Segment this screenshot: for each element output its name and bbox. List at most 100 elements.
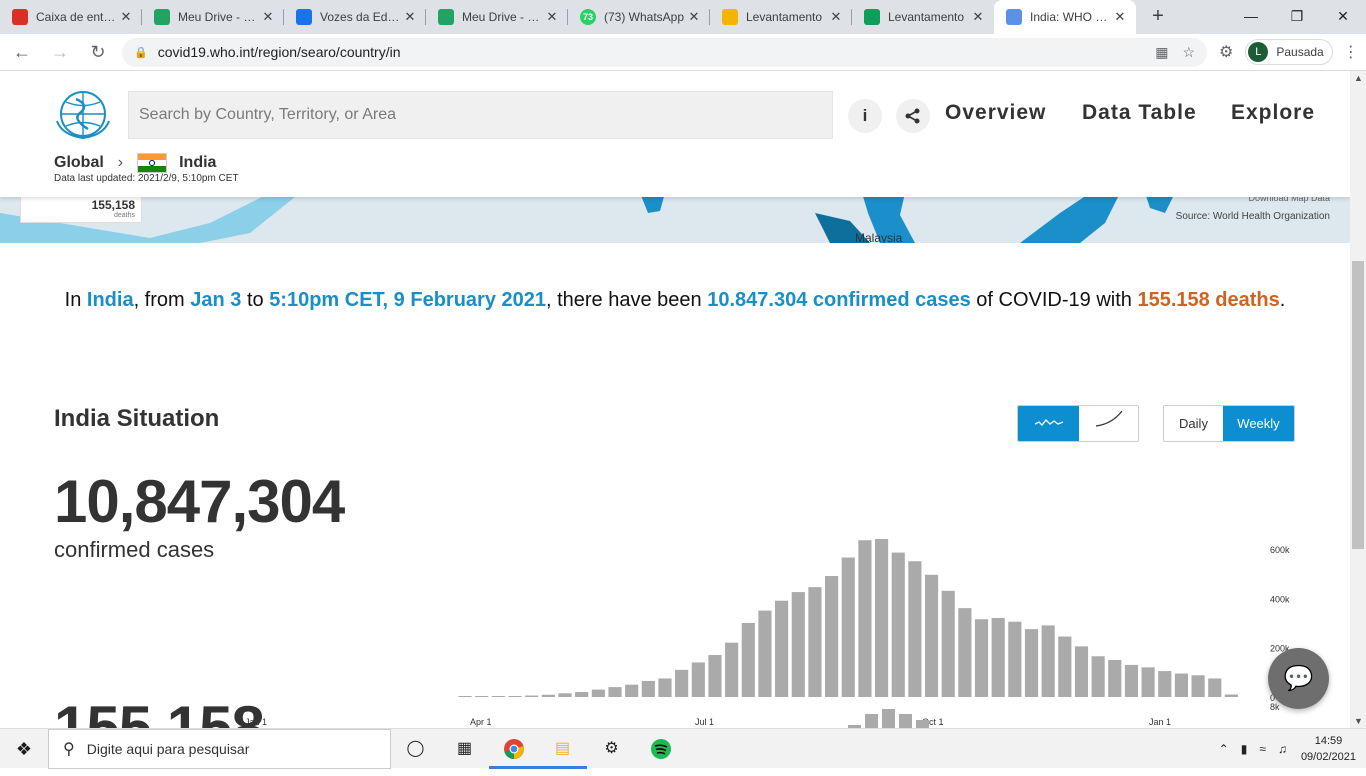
file-explorer-icon[interactable]: ▤	[538, 729, 587, 769]
chart-bar	[825, 576, 839, 697]
bar-mode-button[interactable]	[1018, 406, 1079, 441]
chrome-icon[interactable]	[489, 729, 538, 769]
cumulative-mode-button[interactable]	[1079, 406, 1138, 441]
system-tray: ⌃ ▮ ≈ ♫ 14:59 09/02/2021	[1213, 729, 1366, 769]
battery-icon[interactable]: ▮	[1241, 742, 1248, 756]
close-tab-icon[interactable]: ✕	[1112, 9, 1128, 25]
chart-mode-toggle	[1017, 405, 1139, 442]
breadcrumb: Global › India	[54, 153, 216, 173]
tab-title: Meu Drive - Google Drive	[462, 10, 544, 24]
map-place-label: Malaysia	[855, 231, 903, 243]
share-icon[interactable]	[896, 99, 930, 133]
taskbar-search-input[interactable]: ⚲ Digite aqui para pesquisar	[48, 728, 391, 769]
cortana-icon[interactable]: ◯	[391, 729, 440, 769]
chart-bar	[865, 714, 878, 728]
taskbar-search-placeholder: Digite aqui para pesquisar	[86, 740, 250, 757]
chart-bar	[924, 574, 939, 697]
close-tab-icon[interactable]: ✕	[544, 9, 560, 25]
close-tab-icon[interactable]: ✕	[402, 9, 418, 25]
minimize-button[interactable]: —	[1228, 0, 1274, 32]
map-source: Source: World Health Organization	[1175, 211, 1330, 222]
translate-icon[interactable]: ▦	[1155, 44, 1168, 61]
chevron-up-icon[interactable]: ⌃	[1219, 742, 1229, 756]
summary-part: of COVID-19 with	[970, 289, 1138, 311]
spotify-icon[interactable]	[636, 729, 685, 769]
forward-button[interactable]: →	[44, 36, 76, 68]
deaths-bar-chart[interactable]: 8k	[230, 691, 1310, 728]
chart-bar	[874, 539, 889, 697]
curve-icon	[1095, 410, 1122, 427]
window-controls: — ❐ ✕	[1228, 0, 1366, 32]
cases-bar-chart[interactable]: 0200k400k600kJan 1 Apr 1 Jul 1 Oct 1 Jan 1	[230, 461, 1310, 728]
close-tab-icon[interactable]: ✕	[970, 9, 986, 25]
y-tick-label: 400k	[1270, 594, 1290, 604]
summary-country: India	[86, 289, 134, 311]
tab-title: (73) WhatsApp	[604, 10, 685, 24]
who-logo[interactable]	[54, 87, 112, 141]
browser-tab[interactable]: Caixa de entrada✕	[0, 0, 142, 34]
daily-button[interactable]: Daily	[1164, 406, 1223, 441]
browser-menu-icon[interactable]: ⋮	[1343, 42, 1359, 62]
chart-bar	[775, 600, 789, 697]
chart-bar	[891, 552, 905, 697]
volume-icon[interactable]: ♫	[1278, 742, 1287, 756]
browser-tab[interactable]: Vozes da Educação✕	[284, 0, 426, 34]
browser-tab[interactable]: Levantamento ✕	[710, 0, 852, 34]
page-scrollbar[interactable]: ▲ ▼	[1350, 71, 1366, 728]
url-text: covid19.who.int/region/searo/country/in	[157, 44, 401, 60]
address-bar[interactable]: 🔒 covid19.who.int/region/searo/country/i…	[122, 37, 1207, 67]
back-button[interactable]: ←	[6, 36, 38, 68]
close-tab-icon[interactable]: ✕	[260, 9, 276, 25]
clock-date: 09/02/2021	[1300, 751, 1356, 763]
weekly-button[interactable]: Weekly	[1223, 406, 1294, 441]
chart-bar	[725, 642, 739, 697]
chart-bar	[916, 720, 929, 728]
browser-tab[interactable]: Meu Drive - Google Drive✕	[426, 0, 568, 34]
info-icon[interactable]: i	[848, 99, 882, 133]
map-strip[interactable]: 155,158 deaths Download Map Data Source:…	[0, 193, 1350, 243]
task-view-icon[interactable]: ▦	[440, 729, 489, 769]
nav-data-table[interactable]: Data Table	[1082, 101, 1197, 125]
browser-tab[interactable]: India: WHO Coronavirus Disease (COVID-19…	[994, 0, 1136, 34]
situation-title: India Situation	[54, 405, 220, 432]
bookmark-star-icon[interactable]: ☆	[1182, 44, 1195, 61]
profile-button[interactable]: L Pausada	[1245, 39, 1333, 65]
new-tab-button[interactable]: +	[1144, 3, 1172, 31]
nav-explore[interactable]: Explore	[1231, 101, 1315, 125]
tab-title: Levantamento	[746, 10, 823, 24]
summary-sentence: In India, from Jan 3 to 5:10pm CET, 9 Fe…	[60, 287, 1290, 314]
country-search-input[interactable]: Search by Country, Territory, or Area	[128, 91, 833, 139]
browser-tab[interactable]: 73 (73) WhatsApp ✕	[568, 0, 710, 34]
extensions-icon[interactable]: ⚙	[1219, 42, 1233, 62]
classroom-icon	[296, 9, 312, 25]
whatsapp-icon: 73	[580, 9, 596, 25]
y-tick-label: 8k	[1270, 702, 1280, 712]
summary-confirmed-cases: 10.847.304 confirmed cases	[707, 289, 971, 311]
chart-bar	[758, 610, 772, 697]
windows-start-icon[interactable]: ❖	[0, 729, 48, 769]
taskbar-clock[interactable]: 14:59 09/02/2021	[1301, 733, 1356, 765]
close-window-button[interactable]: ✕	[1320, 0, 1366, 32]
nav-overview[interactable]: Overview	[945, 101, 1046, 125]
close-tab-icon[interactable]: ✕	[118, 9, 134, 25]
wifi-icon[interactable]: ≈	[1259, 742, 1266, 756]
summary-start-date: Jan 3	[190, 289, 242, 311]
browser-tab[interactable]: Levantamento ✕	[852, 0, 994, 34]
scrollbar-thumb[interactable]	[1352, 261, 1364, 549]
maximize-button[interactable]: ❐	[1274, 0, 1320, 32]
close-tab-icon[interactable]: ✕	[828, 9, 844, 25]
tab-strip: Caixa de entrada✕Meu Drive - Google Driv…	[0, 0, 1366, 34]
summary-part: In	[64, 289, 87, 311]
clock-time: 14:59	[1314, 735, 1343, 747]
chart-bar	[858, 540, 872, 697]
y-tick-label: 600k	[1270, 545, 1290, 555]
scroll-down-icon[interactable]: ▼	[1354, 716, 1363, 726]
scroll-up-icon[interactable]: ▲	[1354, 73, 1363, 83]
breadcrumb-global[interactable]: Global	[54, 154, 104, 172]
who-icon	[1006, 9, 1022, 25]
close-tab-icon[interactable]: ✕	[686, 9, 702, 25]
breadcrumb-country: India	[179, 154, 217, 171]
browser-tab[interactable]: Meu Drive - Google Drive✕	[142, 0, 284, 34]
settings-icon[interactable]: ⚙	[587, 729, 636, 769]
reload-button[interactable]: ↻	[82, 36, 114, 68]
